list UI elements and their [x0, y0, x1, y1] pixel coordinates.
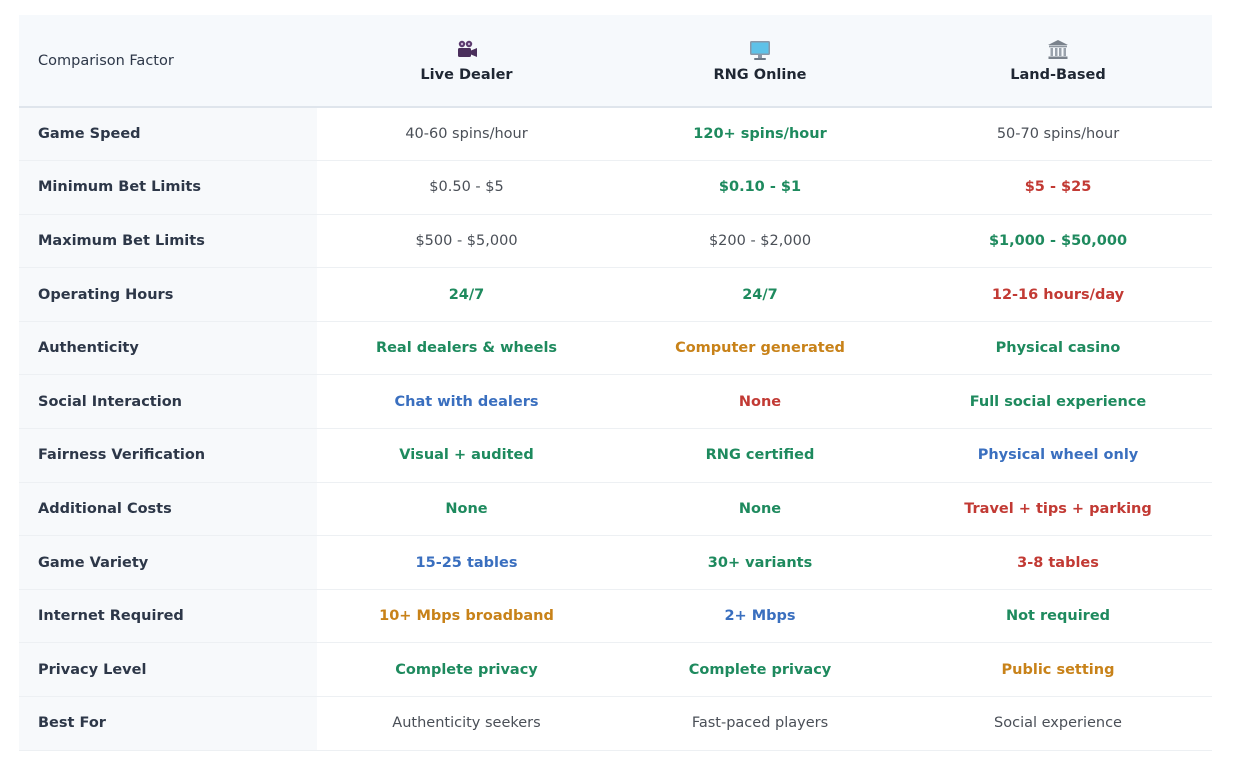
cell-rng-online: 2+ Mbps — [724, 608, 796, 625]
table-row: Additional Costs None None Travel + tips + … — [19, 482, 1212, 536]
row-factor-label: Additional Costs — [19, 482, 317, 536]
row-factor-label: Operating Hours — [19, 267, 317, 322]
table-row: Game Variety 15-25 tables 30+ variants 3-8 … — [19, 535, 1212, 590]
cell-land-based: Not required — [1005, 608, 1111, 625]
table-row: Operating Hours 24/7 24/7 12-16 hours/day — [19, 267, 1212, 322]
row-factor-label: Best For — [19, 696, 317, 751]
cell-land-based: Public setting — [1001, 661, 1115, 678]
cell-land-based: Social experience — [994, 715, 1122, 732]
cell-live-dealer: 40-60 spins/hour — [405, 126, 528, 143]
cell-land-based: Full social experience — [969, 393, 1147, 410]
cell-live-dealer: 24/7 — [448, 286, 485, 303]
comparison-table-container: Comparison Factor Live Dealer RNG Online… — [19, 15, 1212, 751]
table-row: Privacy Level Complete privacy Complete pr… — [19, 642, 1212, 697]
cell-live-dealer: None — [445, 500, 488, 517]
cell-rng-online: 24/7 — [742, 286, 778, 303]
column-header-comparison-factor: Comparison Factor — [19, 15, 317, 108]
cell-land-based: $1,000 - $50,000 — [988, 232, 1128, 249]
row-factor-label: Maximum Bet Limits — [19, 214, 317, 268]
cell-live-dealer: Authenticity seekers — [392, 715, 541, 732]
table-row: Minimum Bet Limits $0.50 - $5 $0.10 - $1 $5… — [19, 160, 1212, 215]
table-header-row: Comparison Factor Live Dealer RNG Online… — [19, 15, 1212, 108]
cell-live-dealer: $500 - $5,000 — [415, 232, 518, 249]
cell-land-based: $5 - $25 — [1024, 179, 1092, 196]
table-row: Authenticity Real dealers & wheels Compute… — [19, 321, 1212, 375]
cell-live-dealer: 15-25 tables — [415, 554, 518, 571]
table-row: Game Speed 40-60 spins/hour 120+ spins/hou… — [19, 107, 1212, 161]
cell-live-dealer: Real dealers & wheels — [375, 340, 558, 357]
row-factor-label: Fairness Verification — [19, 428, 317, 483]
column-header-land-based: Land-Based — [904, 15, 1212, 108]
comparison-table: Comparison Factor Live Dealer RNG Online… — [19, 15, 1212, 751]
row-factor-label: Internet Required — [19, 589, 317, 643]
table-row: Maximum Bet Limits $500 - $5,000 $200 - $2… — [19, 214, 1212, 268]
cell-rng-online: $0.10 - $1 — [718, 179, 802, 196]
cell-rng-online: 120+ spins/hour — [693, 126, 827, 143]
row-factor-label: Social Interaction — [19, 374, 317, 429]
row-factor-label: Game Variety — [19, 535, 317, 590]
cell-rng-online: 30+ variants — [707, 554, 813, 571]
bank-building-icon — [1048, 40, 1068, 59]
movie-camera-icon — [457, 40, 477, 57]
row-factor-label: Privacy Level — [19, 642, 317, 697]
row-factor-label: Minimum Bet Limits — [19, 160, 317, 215]
cell-rng-online: RNG certified — [705, 447, 815, 464]
column-header-live-dealer: Live Dealer — [317, 15, 616, 108]
column-label: Live Dealer — [420, 67, 513, 83]
cell-live-dealer: Chat with dealers — [394, 393, 539, 410]
cell-land-based: Physical wheel only — [977, 447, 1139, 464]
cell-rng-online: None — [738, 393, 782, 410]
cell-rng-online: None — [738, 500, 782, 517]
cell-live-dealer: Visual + audited — [399, 447, 534, 464]
table-row: Fairness Verification Visual + audited RNG… — [19, 428, 1212, 483]
cell-land-based: 3-8 tables — [1017, 554, 1099, 571]
cell-live-dealer: Complete privacy — [395, 661, 538, 678]
table-body: Game Speed 40-60 spins/hour 120+ spins/hou… — [19, 107, 1212, 751]
table-row: Social Interaction Chat with dealers None F… — [19, 374, 1212, 429]
cell-land-based: 12-16 hours/day — [991, 286, 1125, 303]
cell-rng-online: $200 - $2,000 — [708, 232, 812, 249]
computer-monitor-icon — [750, 41, 770, 60]
row-factor-label: Authenticity — [19, 321, 317, 375]
cell-rng-online: Complete privacy — [688, 661, 832, 678]
column-header-rng-online: RNG Online — [616, 15, 904, 108]
cell-land-based: Physical casino — [995, 340, 1121, 357]
cell-live-dealer: 10+ Mbps broadband — [379, 608, 554, 625]
table-row: Best For Authenticity seekers Fast-paced p… — [19, 696, 1212, 751]
table-row: Internet Required 10+ Mbps broadband 2+ Mb… — [19, 589, 1212, 643]
cell-land-based: 50-70 spins/hour — [996, 126, 1120, 143]
row-factor-label: Game Speed — [19, 107, 317, 161]
column-label: Land-Based — [1010, 67, 1106, 83]
cell-rng-online: Computer generated — [675, 340, 845, 357]
column-label: RNG Online — [713, 67, 807, 83]
cell-land-based: Travel + tips + parking — [964, 500, 1152, 517]
cell-rng-online: Fast-paced players — [691, 715, 829, 732]
cell-live-dealer: $0.50 - $5 — [429, 179, 504, 196]
